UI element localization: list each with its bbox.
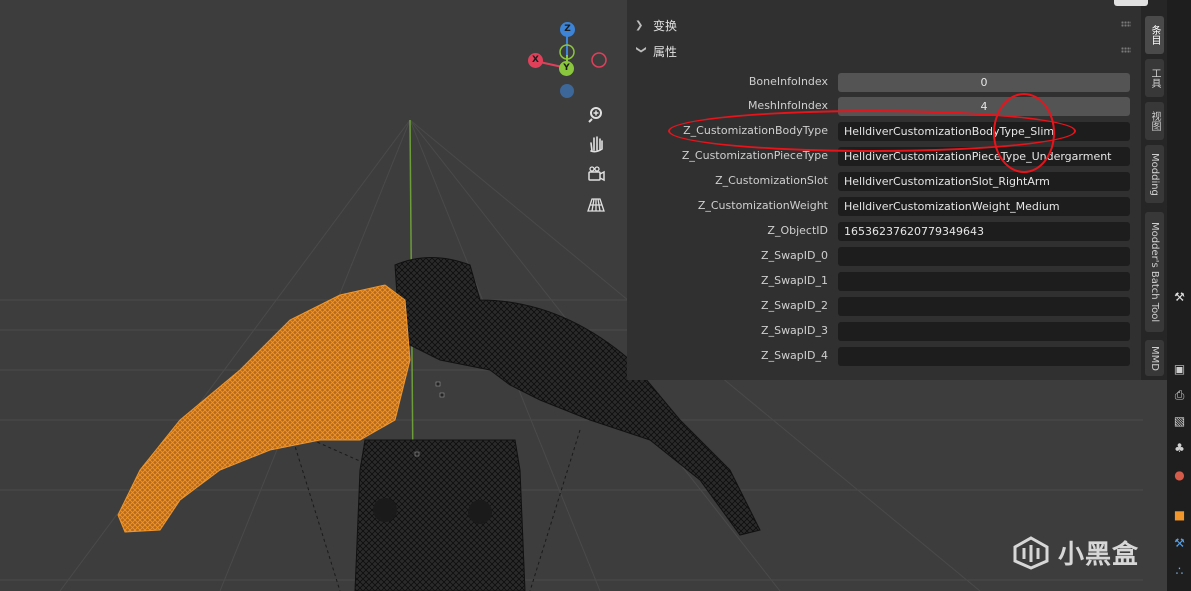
grid-perspective-icon [587,198,605,212]
prop-label: Z_CustomizationWeight [697,199,828,212]
sidebar-properties-panel: ❯ 变换 ❯ 属性 BoneInfoIndex 0 MeshInfoIndex … [627,0,1141,380]
prop-label: Z_ObjectID [767,224,828,237]
section-properties[interactable]: ❯ 属性 [627,39,1141,63]
prop-row-objectid: Z_ObjectID 16536237620779349643 [627,222,1141,241]
prop-row-swapid2: Z_SwapID_2 [627,297,1141,316]
navigation-gizmo[interactable]: Z X Y [520,18,620,108]
section-transform[interactable]: ❯ 变换 [627,13,1141,37]
prop-value-field[interactable] [838,247,1130,266]
tab-mmd[interactable]: MMD [1145,340,1164,376]
tab-modding[interactable]: Modding [1145,145,1164,203]
perspective-toggle-button[interactable] [582,193,610,217]
prop-label: Z_SwapID_2 [761,299,828,312]
chevron-down-icon: ❯ [635,45,647,54]
drag-grip-icon[interactable] [1121,47,1131,53]
world-icon[interactable]: ● [1172,468,1187,483]
zoom-button[interactable] [582,102,610,126]
tool-icon[interactable]: ⚒ [1172,290,1187,305]
zoom-icon [588,107,602,123]
tab-item[interactable]: 条目 [1145,16,1164,54]
camera-icon [588,166,605,182]
camera-view-button[interactable] [582,162,610,186]
tab-tool[interactable]: 工具 [1145,59,1164,97]
prop-row-slot: Z_CustomizationSlot HelldiverCustomizati… [627,172,1141,191]
sidebar-tab-strip: 条目 工具 视图 Modding Modder's Batch Tool MMD [1141,0,1167,380]
prop-value-field[interactable] [838,322,1130,341]
particles-icon[interactable]: ∴ [1172,564,1187,579]
prop-value-field[interactable]: 0 [838,73,1130,92]
prop-row-swapid1: Z_SwapID_1 [627,272,1141,291]
render-icon[interactable]: ▣ [1172,362,1187,377]
prop-label: Z_SwapID_1 [761,274,828,287]
prop-value-field[interactable]: 16536237620779349643 [838,222,1130,241]
tab-modders-batch-tool[interactable]: Modder's Batch Tool [1145,212,1164,332]
output-icon[interactable]: ⎙ [1172,388,1187,403]
gizmo-y-axis[interactable]: Y [559,61,574,76]
prop-value-field[interactable] [838,297,1130,316]
section-transform-label: 变换 [653,18,678,33]
watermark: 小黑盒 [1012,534,1139,571]
tab-label: 视图 [1149,111,1160,131]
tab-view[interactable]: 视图 [1145,102,1164,140]
prop-value-field[interactable] [838,272,1130,291]
prop-value-field[interactable]: HelldiverCustomizationSlot_RightArm [838,172,1130,191]
prop-row-boneinfoindex: BoneInfoIndex 0 [627,73,1141,92]
prop-value-field[interactable]: HelldiverCustomizationWeight_Medium [838,197,1130,216]
section-properties-label: 属性 [653,44,678,59]
prop-row-swapid4: Z_SwapID_4 [627,347,1141,366]
watermark-text: 小黑盒 [1058,540,1140,570]
tab-label: 条目 [1149,25,1160,45]
tab-label: MMD [1149,345,1160,371]
pan-button[interactable] [582,132,610,156]
wrench-modifier-icon[interactable]: ⚒ [1172,536,1187,551]
gizmo-x-axis[interactable]: X [528,53,543,68]
hand-pan-icon [590,136,603,153]
prop-row-swapid0: Z_SwapID_0 [627,247,1141,266]
chevron-right-icon: ❯ [635,19,644,31]
prop-label: Z_SwapID_3 [761,324,828,337]
object-icon[interactable]: ■ [1172,508,1187,523]
gizmo-z-axis[interactable]: Z [560,22,575,37]
prop-row-weight: Z_CustomizationWeight HelldiverCustomiza… [627,197,1141,216]
prop-value-field[interactable] [838,347,1130,366]
properties-editor-tabs: ⚒ ▣ ⎙ ▧ ♣ ● ■ ⚒ ∴ [1167,0,1191,591]
prop-label: Z_SwapID_0 [761,249,828,262]
view-layer-icon[interactable]: ▧ [1172,414,1187,429]
prop-label: Z_CustomizationPieceType [681,149,828,162]
prop-row-swapid3: Z_SwapID_3 [627,322,1141,341]
scene-icon[interactable]: ♣ [1172,441,1187,456]
prop-label: Z_SwapID_4 [761,349,828,362]
drag-grip-icon[interactable] [1121,21,1131,27]
annotation-circle-slim-value [993,93,1055,173]
prop-label: Z_CustomizationSlot [715,174,828,187]
xiaoheihe-logo-icon [1013,535,1049,570]
prop-label: BoneInfoIndex [748,75,828,88]
tab-label: 工具 [1149,68,1160,88]
tab-label: Modder's Batch Tool [1149,221,1160,323]
tab-label: Modding [1149,152,1160,196]
header-tab-edge [1114,0,1148,6]
